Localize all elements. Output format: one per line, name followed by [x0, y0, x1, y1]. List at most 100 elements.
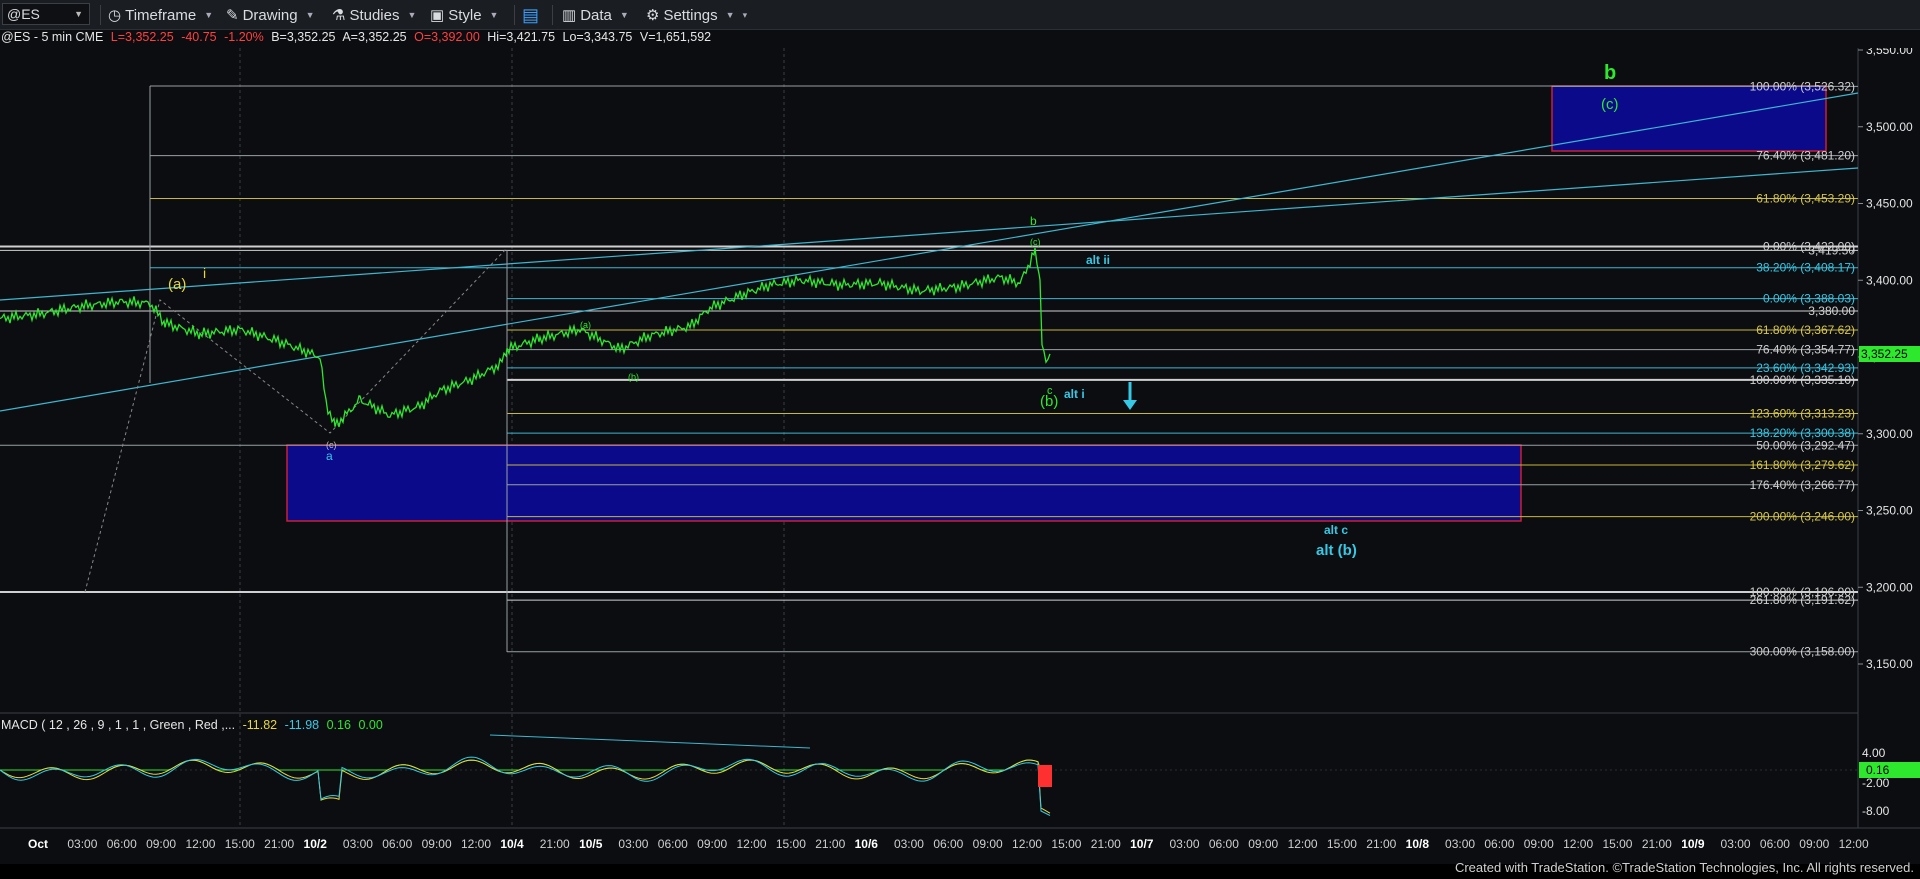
style-menu[interactable]: ▣ Style ▼	[430, 4, 498, 26]
symbol-selector[interactable]: @ES ▼	[2, 3, 90, 25]
studies-label: Studies	[349, 6, 400, 24]
fib-label: 61.80% (3,453.29)	[1756, 191, 1855, 205]
time-tick-label: 09:00	[422, 837, 452, 851]
macd-value-1: -11.82	[242, 718, 278, 732]
chevron-down-icon: ▼	[204, 10, 214, 20]
wave-label-c-circle-low: (c)	[326, 440, 337, 450]
time-tick-label: 21:00	[1642, 837, 1672, 851]
time-tick-label: 12:00	[1012, 837, 1042, 851]
chevron-down-icon: ▼	[725, 10, 735, 20]
chart-layout-icon[interactable]: ▤	[522, 4, 539, 26]
wave-label-c-circle: (c)	[1030, 237, 1041, 247]
fib-label: 76.40% (3,481.20)	[1756, 149, 1855, 163]
wave-label-b-minor: b	[1030, 214, 1037, 228]
macd-tick-4: 4.00	[1862, 746, 1886, 760]
timeframe-label: Timeframe	[125, 6, 197, 24]
time-tick-label: 06:00	[933, 837, 963, 851]
fib-label: 100.00% (3,526.32)	[1750, 79, 1855, 93]
wave-label-b-circle: (b)	[628, 372, 639, 382]
drawing-menu[interactable]: ✎ Drawing ▼	[226, 4, 315, 26]
macd-tick-minus2: -2.00	[1862, 776, 1890, 790]
time-tick-label: 06:00	[1484, 837, 1514, 851]
price-tick-label: 3,400.00	[1866, 273, 1913, 287]
info-change: -40.75	[181, 30, 217, 44]
time-tick-label: 09:00	[1799, 837, 1829, 851]
time-tick-label: 03:00	[1721, 837, 1751, 851]
time-tick-label: 12:00	[737, 837, 767, 851]
wave-label-c-major: (c)	[1601, 96, 1619, 113]
info-symbol: @ES - 5 min CME	[1, 30, 104, 44]
info-open: O=3,392.00	[414, 30, 480, 44]
time-axis: Oct 03:00 06:00 09:00 12:00 15:00 21:00 10/2 03:…	[28, 837, 1869, 851]
time-tick-label: 21:00	[1366, 837, 1396, 851]
macd-value-2: -11.98	[284, 718, 320, 732]
quote-info-line: @ES - 5 min CME L=3,352.25 -40.75 -1.20%…	[1, 30, 715, 48]
time-tick-label: 12:00	[461, 837, 491, 851]
time-tick-label: 03:00	[618, 837, 648, 851]
time-tick-label: 15:00	[776, 837, 806, 851]
time-tick-label: 12:00	[1563, 837, 1593, 851]
time-tick-label: 15:00	[1051, 837, 1081, 851]
last-price-text: 3,352.25	[1861, 347, 1908, 361]
time-tick-label: 06:00	[1209, 837, 1239, 851]
time-tick-label: 15:00	[1327, 837, 1357, 851]
time-tick-label: 10/5	[579, 837, 603, 851]
chevron-down-icon: ▼	[305, 10, 315, 20]
fib-label: 200.00% (3,246.00)	[1750, 510, 1855, 524]
price-chart[interactable]: 3,550.003,500.003,450.003,400.003,350.00…	[0, 48, 1920, 864]
macd-tick-minus8: -8.00	[1862, 804, 1890, 818]
wave-label-alt-c: alt c	[1324, 523, 1348, 537]
fib-label: 100.00% (3,335.10)	[1750, 373, 1855, 387]
time-tick-label: 12:00	[1839, 837, 1869, 851]
data-icon: ▥	[562, 7, 577, 24]
time-tick-label: 12:00	[1288, 837, 1318, 851]
time-tick-label: 06:00	[658, 837, 688, 851]
clock-icon: ◷	[108, 7, 122, 24]
time-tick-label: 15:00	[225, 837, 255, 851]
time-tick-label: 10/4	[500, 837, 524, 851]
price-tick-label: 3,150.00	[1866, 657, 1913, 671]
wave-label-a: a	[326, 449, 333, 463]
fib-label: 176.40% (3,266.77)	[1750, 478, 1855, 492]
style-label: Style	[448, 6, 482, 24]
fib-label: 61.80% (3,367.62)	[1756, 323, 1855, 337]
chevron-down-icon: ▼	[407, 10, 417, 20]
target-box-c[interactable]	[1551, 85, 1827, 152]
target-box-alt-b[interactable]	[286, 444, 1522, 522]
footer-credit: Created with TradeStation. ©TradeStation…	[1454, 860, 1914, 875]
symbol-value: @ES	[7, 6, 40, 22]
macd-pane[interactable]: 4.00 -2.00 -8.00 0.16	[0, 734, 1920, 818]
toolbar: @ES ▼ ◷ Timeframe ▼ ✎ Drawing ▼ ⚗ Studie…	[0, 0, 1920, 30]
info-low: Lo=3,343.75	[562, 30, 633, 44]
data-menu[interactable]: ▥ Data ▼	[562, 4, 629, 26]
price-tick-label: 3,450.00	[1866, 197, 1913, 211]
drawing-label: Drawing	[242, 6, 298, 24]
wave-label-b-paren: (b)	[1040, 393, 1058, 410]
toolbar-divider	[552, 5, 553, 25]
price-tick-label: 3,500.00	[1866, 120, 1913, 134]
macd-value-3: 0.16	[326, 718, 351, 732]
studies-menu[interactable]: ⚗ Studies ▼	[332, 4, 416, 26]
time-tick-label: 21:00	[815, 837, 845, 851]
timeframe-menu[interactable]: ◷ Timeframe ▼	[108, 4, 213, 26]
fib-label: 38.20% (3,408.17)	[1756, 261, 1855, 275]
overflow-chevron-icon: ▾	[742, 9, 748, 20]
settings-label: Settings	[663, 6, 718, 24]
chevron-down-icon: ▼	[619, 10, 629, 20]
settings-menu[interactable]: ⚙ Settings ▼ ▾	[646, 4, 747, 26]
fib-label: 261.80% (3,191.62)	[1750, 593, 1855, 607]
info-volume: V=1,651,592	[639, 30, 712, 44]
price-tick-label: 3,250.00	[1866, 504, 1913, 518]
time-tick-label: 10/6	[855, 837, 879, 851]
price-tick-label: 3,550.00	[1866, 48, 1913, 57]
time-tick-label: 06:00	[1760, 837, 1790, 851]
time-tick-label: 10/2	[304, 837, 328, 851]
time-tick-label: 03:00	[1169, 837, 1199, 851]
wave-label-alt-i: alt i	[1064, 387, 1085, 401]
time-tick-label: 12:00	[185, 837, 215, 851]
fib-label: 161.80% (3,279.62)	[1750, 458, 1855, 472]
fib-label: 76.40% (3,354.77)	[1756, 343, 1855, 357]
toolbar-divider	[514, 5, 515, 25]
macd-red-bar	[1038, 765, 1052, 787]
time-tick-label: 10/8	[1406, 837, 1430, 851]
